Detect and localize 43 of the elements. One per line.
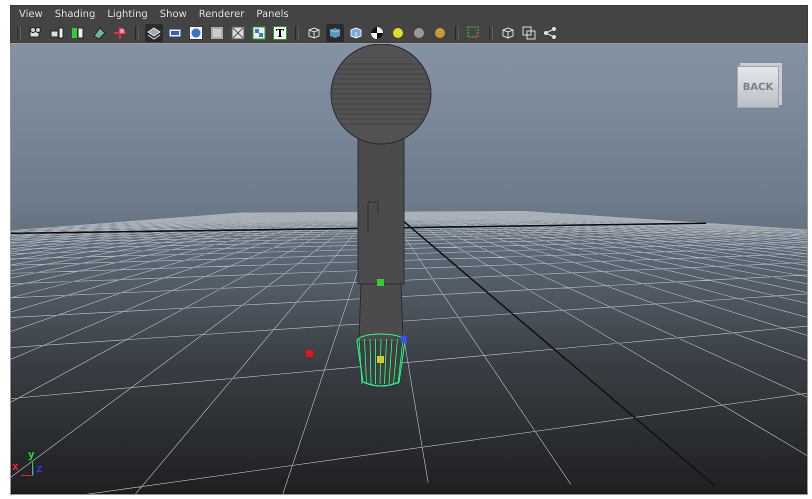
toolbar-button[interactable] xyxy=(187,24,205,42)
axis-indicator-icon xyxy=(21,462,34,476)
menu-item[interactable]: Lighting xyxy=(102,8,153,20)
axis-label: y xyxy=(28,448,35,461)
shiny-sphere-icon xyxy=(433,26,447,40)
axis-label: x xyxy=(12,460,19,473)
toolbar-button[interactable] xyxy=(250,24,268,42)
square-icon xyxy=(210,26,224,40)
menu-item[interactable]: Shading xyxy=(50,8,100,20)
toolbar-button[interactable] xyxy=(326,24,344,42)
manipulator-handle-icon[interactable] xyxy=(401,336,407,343)
manipulator-handle-icon[interactable] xyxy=(377,279,384,286)
image-plane-icon xyxy=(92,26,106,40)
wireframe-cube-icon xyxy=(501,26,515,40)
cross-box-icon xyxy=(231,26,245,40)
select-rectangle-icon xyxy=(467,26,481,40)
wireframe-cube-icon xyxy=(307,26,321,40)
camera-icon xyxy=(29,26,43,40)
toolbar-button[interactable] xyxy=(145,24,163,42)
crosshair-icon xyxy=(113,26,127,40)
menu-item[interactable]: Renderer xyxy=(194,8,250,20)
wireframe-shaded-icon xyxy=(147,26,161,40)
manipulator-handle-icon[interactable] xyxy=(306,350,313,357)
axis-label: z xyxy=(36,462,43,475)
share-icon xyxy=(543,26,557,40)
toolbar-button[interactable] xyxy=(541,24,559,42)
checker-icon xyxy=(370,26,384,40)
overlapping-squares-icon xyxy=(522,26,536,40)
textured-cube-icon xyxy=(349,26,363,40)
manipulator-handle-icon[interactable] xyxy=(377,356,384,363)
sphere-icon xyxy=(189,26,203,40)
toolbar-button[interactable] xyxy=(208,24,226,42)
toolbar-button[interactable] xyxy=(229,24,247,42)
light-icon xyxy=(391,26,405,40)
3d-viewport[interactable]: BACK y x z xyxy=(10,43,808,495)
menu-item[interactable]: Panels xyxy=(251,8,294,20)
toolbar-button[interactable] xyxy=(368,24,386,42)
menu-item[interactable]: View xyxy=(14,8,48,20)
menu-item[interactable]: Show xyxy=(154,8,192,20)
film-gate-icon xyxy=(168,26,182,40)
toolbar-button[interactable] xyxy=(520,24,538,42)
matte-sphere-icon xyxy=(412,26,426,40)
shaded-cube-icon xyxy=(328,26,342,40)
